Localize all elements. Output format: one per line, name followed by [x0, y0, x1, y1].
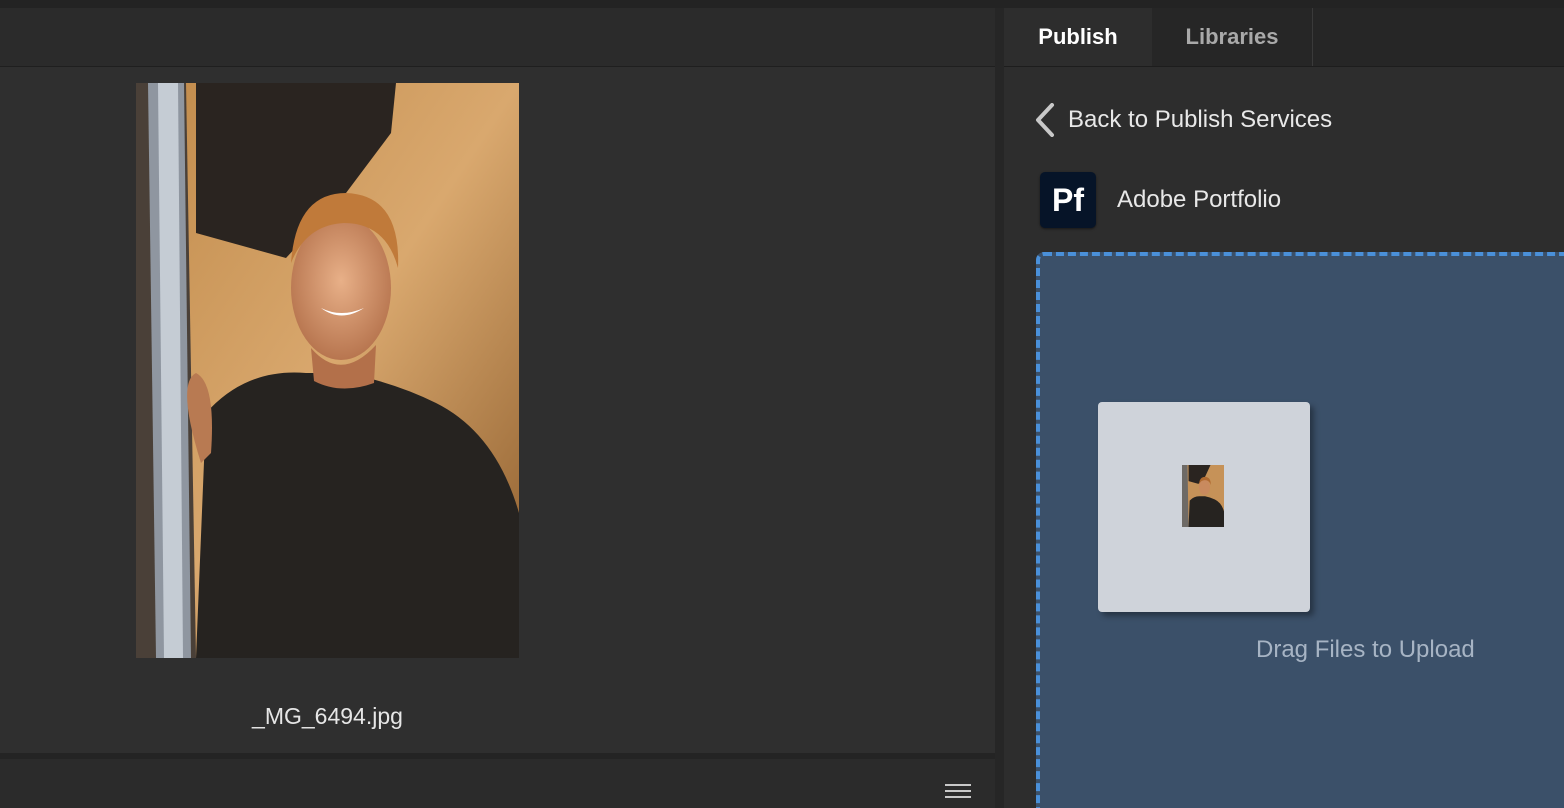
photo-panel: _MG_6494.jpg — [0, 8, 995, 808]
upload-drop-zone[interactable]: Drag Files to Upload — [1036, 252, 1564, 808]
back-link-label: Back to Publish Services — [1068, 106, 1333, 133]
service-name: Adobe Portfolio — [1117, 186, 1282, 213]
preview-image — [1182, 465, 1224, 527]
hamburger-menu-icon[interactable] — [945, 784, 971, 800]
photo-grid: _MG_6494.jpg — [0, 67, 995, 753]
tab-libraries[interactable]: Libraries — [1152, 8, 1313, 66]
drag-files-label: Drag Files to Upload — [1256, 636, 1475, 663]
publish-service-header: Pf Adobe Portfolio — [1040, 172, 1281, 228]
app-window: _MG_6494.jpg Publish Libraries Back to P… — [0, 0, 1564, 808]
publish-panel: Publish Libraries Back to Publish Servic… — [1004, 8, 1564, 808]
bottom-bar — [0, 753, 995, 808]
photo-toolbar — [0, 8, 995, 67]
upload-preview-thumbnail — [1182, 465, 1224, 527]
chevron-left-icon — [1036, 103, 1054, 137]
panel-divider[interactable] — [995, 8, 1004, 808]
panel-tabs: Publish Libraries — [1004, 8, 1564, 67]
tab-publish[interactable]: Publish — [1004, 8, 1152, 66]
adobe-portfolio-logo: Pf — [1040, 172, 1096, 228]
upload-preview-card[interactable] — [1098, 402, 1310, 612]
photo-filename: _MG_6494.jpg — [252, 703, 403, 729]
back-to-publish-services-link[interactable]: Back to Publish Services — [1034, 102, 1332, 138]
photo-image — [136, 83, 519, 658]
photo-thumbnail[interactable] — [136, 83, 519, 658]
